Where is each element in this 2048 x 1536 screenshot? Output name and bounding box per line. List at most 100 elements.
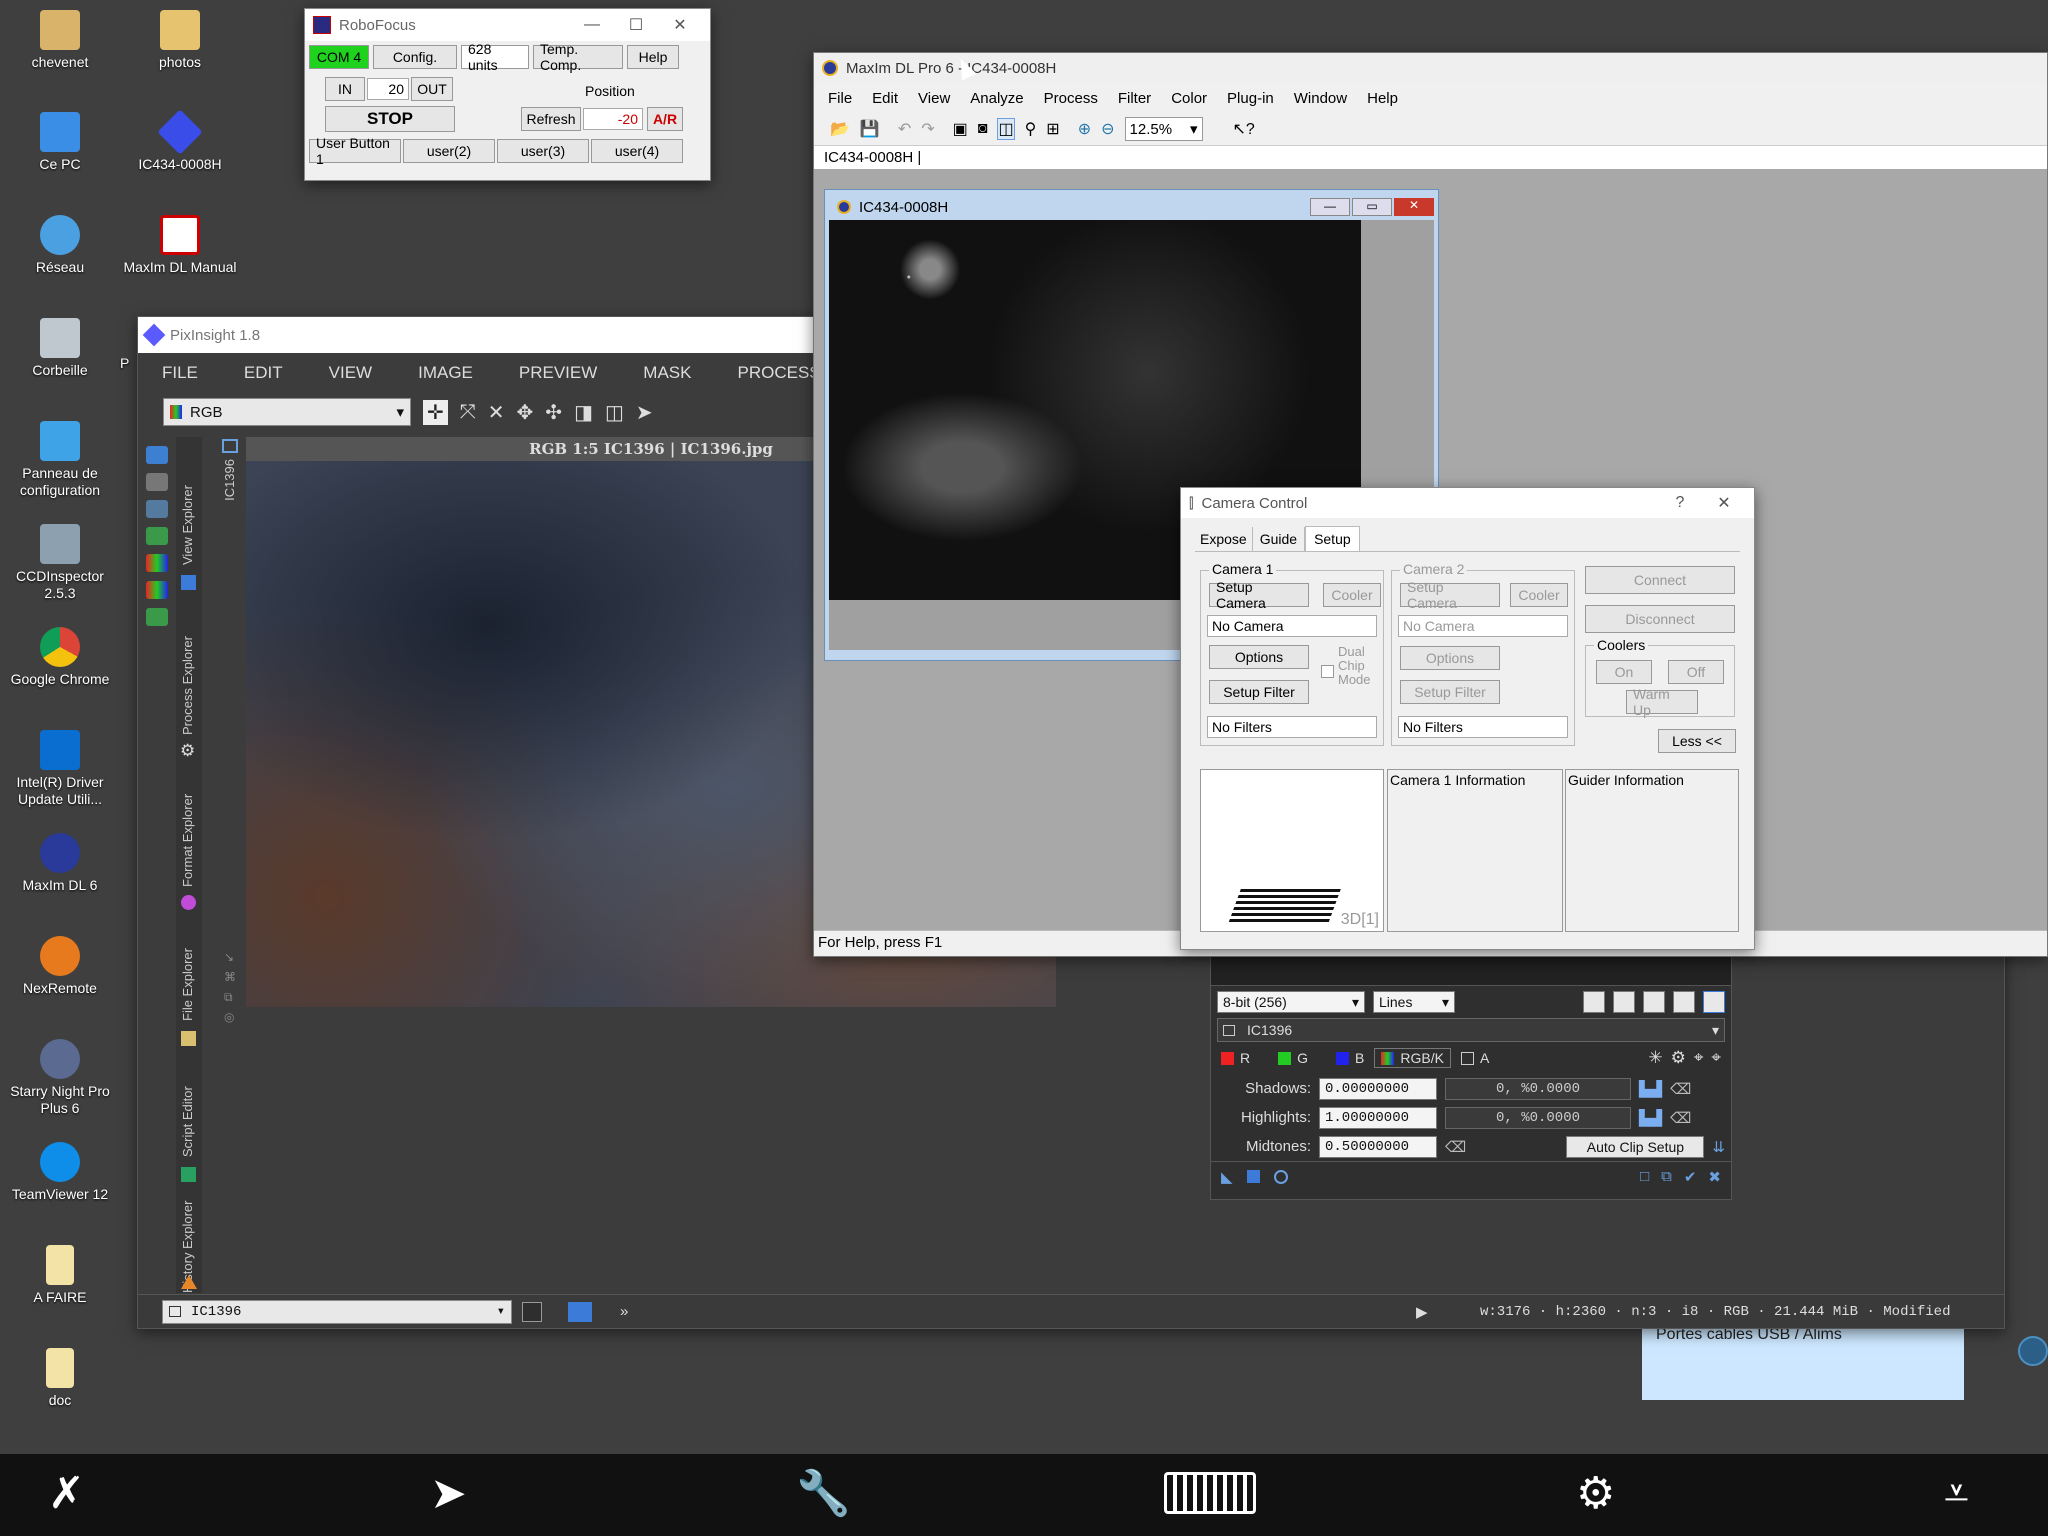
temp-comp-button[interactable]: Temp. Comp. [533, 41, 623, 73]
expand-icon[interactable]: ⇊ [1712, 1138, 1725, 1156]
collapse-menu-icon[interactable]: ⩡ [1944, 1470, 1969, 1518]
settings-icon[interactable]: ⚙ [1671, 1048, 1686, 1068]
desktop-icon-reseau[interactable]: Réseau [0, 215, 120, 276]
apply-global-icon[interactable] [1246, 1170, 1260, 1183]
channel-b-toggle[interactable]: B [1336, 1050, 1364, 1066]
menu-view[interactable]: VIEW [319, 363, 382, 383]
menu-image[interactable]: IMAGE [408, 363, 483, 383]
desktop-icon-maxim-dl[interactable]: MaxIm DL 6 [0, 833, 120, 894]
close-icon[interactable]: ✕ [1702, 493, 1746, 513]
menu-file[interactable]: FILE [152, 363, 208, 383]
color-channels-icon[interactable] [146, 554, 168, 572]
zoom-out-icon[interactable]: ✥ [517, 400, 534, 425]
tab-process-explorer[interactable]: Process Explorer [180, 605, 195, 735]
setup-filter2-button[interactable]: Setup Filter [1400, 680, 1500, 704]
out-button[interactable]: OUT [411, 77, 453, 101]
desktop-icon-starry-night[interactable]: Starry Night Pro Plus 6 [0, 1039, 120, 1117]
ar-button[interactable]: A/R [647, 107, 683, 131]
square-icon[interactable]: □ [1640, 1168, 1649, 1185]
keyboard-icon[interactable] [1164, 1472, 1256, 1514]
minimize-icon[interactable]: — [570, 16, 614, 34]
desktop-icon-corbeille[interactable]: Corbeille [0, 318, 120, 379]
teamviewer-tab-icon[interactable] [2018, 1336, 2048, 1366]
link-channels-icon[interactable]: ✳ [1648, 1048, 1662, 1068]
add-view-icon[interactable] [146, 608, 168, 626]
histogram-icon[interactable] [1583, 991, 1605, 1013]
tab-script-editor[interactable]: Script Editor [180, 1057, 195, 1157]
step-input[interactable]: 20 [367, 78, 409, 100]
menu-preview[interactable]: PREVIEW [509, 363, 607, 383]
zoom-in-icon[interactable]: ✕ [488, 400, 505, 425]
warm-up-button[interactable]: Warm Up [1626, 686, 1698, 718]
com-port-button[interactable]: COM 4 [309, 45, 369, 69]
highlights-reset-icon[interactable]: ⌫ [1670, 1109, 1691, 1127]
menu-help[interactable]: Help [1357, 90, 1408, 107]
shadows-input[interactable]: 0.00000000 [1319, 1077, 1437, 1100]
restore-icon[interactable]: ▭ [1352, 198, 1392, 216]
zoom-out-icon[interactable]: ⊖ [1101, 119, 1114, 139]
undo-icon[interactable]: ↶ [898, 119, 911, 139]
tab-format-explorer[interactable]: Format Explorer [180, 767, 195, 887]
help-icon[interactable]: ? [1658, 494, 1702, 512]
minimize-icon[interactable]: — [1310, 198, 1350, 216]
desktop-icon-chevenet[interactable]: chevenet [0, 10, 120, 71]
view-copy-icon[interactable]: ⧉ [224, 987, 236, 1007]
config-button[interactable]: Config. [373, 45, 457, 69]
image-icon[interactable]: ▣ [953, 119, 968, 139]
tab-view-explorer[interactable]: View Explorer [180, 445, 195, 565]
save-icon[interactable]: 💾 [860, 119, 880, 139]
stop-button[interactable]: STOP [325, 106, 455, 132]
menu-mask[interactable]: MASK [633, 363, 701, 383]
desktop-icon-maxim-manual[interactable]: MaxIm DL Manual [120, 215, 240, 276]
setup-camera2-button[interactable]: Setup Camera [1400, 579, 1500, 611]
highlights-input[interactable]: 1.00000000 [1319, 1106, 1437, 1129]
open-icon[interactable]: 📂 [830, 119, 850, 139]
desktop-icon-ic434[interactable]: IC434-0008H [120, 109, 240, 173]
tab-guide[interactable]: Guide [1253, 526, 1306, 551]
disconnect-lock-icon[interactable]: ✗ [48, 1470, 85, 1518]
menu-edit[interactable]: EDIT [234, 363, 293, 383]
disconnect-button[interactable]: Disconnect [1585, 605, 1735, 633]
process-icon[interactable] [146, 500, 168, 518]
less-button[interactable]: Less << [1658, 729, 1736, 753]
auto-clip-setup-button[interactable]: Auto Clip Setup [1566, 1135, 1705, 1158]
new-view-icon[interactable] [146, 527, 168, 545]
menu-plugin[interactable]: Plug-in [1217, 90, 1284, 107]
menu-analyze[interactable]: Analyze [960, 90, 1033, 107]
pointer-icon[interactable]: ➤ [636, 400, 653, 425]
view-fit-icon[interactable]: ⌘ [224, 967, 236, 987]
status-view-select[interactable]: IC1396 ▾ [162, 1299, 512, 1324]
menu-file[interactable]: File [818, 90, 862, 107]
maximize-icon[interactable]: ☐ [614, 15, 658, 35]
highlights-histogram-icon[interactable]: ▙▟ [1639, 1109, 1662, 1127]
cooler1-button[interactable]: Cooler [1323, 583, 1381, 607]
plot-mode-select[interactable]: Lines ▾ [1373, 991, 1455, 1013]
desktop-icon-ccdinspector[interactable]: CCDInspector 2.5.3 [0, 524, 120, 602]
cooler2-button[interactable]: Cooler [1510, 583, 1568, 607]
image-window-titlebar[interactable]: IC434-0008H — ▭ ✕ [829, 194, 1434, 220]
zoom-fit-icon[interactable]: ⤧ [460, 401, 476, 424]
menu-edit[interactable]: Edit [862, 90, 908, 107]
fit-view-icon[interactable]: ✣ [545, 400, 562, 425]
doc-tab[interactable]: IC434-0008H [824, 149, 913, 166]
color-mode-select[interactable]: RGB ▾ [163, 398, 411, 426]
connect-button[interactable]: Connect [1585, 566, 1735, 594]
options2-button[interactable]: Options [1400, 646, 1500, 670]
setup-camera1-button[interactable]: Setup Camera [1209, 579, 1309, 611]
context-help-icon[interactable]: ↖? [1233, 119, 1255, 139]
robofocus-titlebar[interactable]: RoboFocus — ☐ ✕ [305, 9, 710, 41]
undo-icon[interactable] [146, 446, 168, 464]
desktop-icon-ce-pc[interactable]: Ce PC [0, 112, 120, 173]
close-icon[interactable]: ✕ [658, 15, 702, 35]
help-button[interactable]: Help [627, 45, 679, 69]
midtones-reset-icon[interactable]: ⌫ [1445, 1138, 1466, 1156]
tab-file-explorer[interactable]: File Explorer [180, 921, 195, 1021]
maxim-titlebar[interactable]: MaxIm DL Pro 6 - IC434-0008H [814, 53, 2047, 83]
zoom-select[interactable]: 12.5% ▾ [1124, 117, 1203, 141]
view-zoom-icon[interactable]: ↘ [224, 947, 236, 967]
desktop-icon-panneau[interactable]: Panneau de configuration [0, 421, 120, 499]
shadows-reset-icon[interactable]: ⌫ [1670, 1080, 1691, 1098]
readout-icon[interactable]: ◫ [605, 400, 624, 425]
close-icon[interactable]: ✕ [1394, 198, 1434, 216]
menu-process[interactable]: Process [1034, 90, 1108, 107]
